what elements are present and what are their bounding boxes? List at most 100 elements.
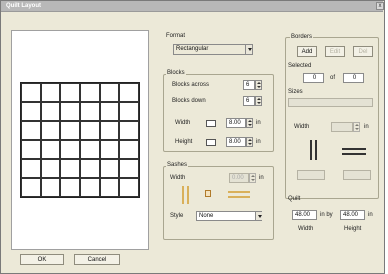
grid-cell	[40, 159, 61, 178]
title-bar: Quilt Layout	[1, 1, 383, 12]
grid-cell	[21, 178, 41, 197]
close-button[interactable]: x	[376, 2, 384, 10]
grid-cell	[40, 83, 61, 102]
block-height-swatch-icon	[206, 139, 216, 146]
grid-cell	[119, 178, 139, 197]
border-horizontal-icon-2	[342, 153, 366, 155]
grid-cell	[119, 140, 139, 159]
sash-width-unit: in	[259, 175, 264, 181]
block-height-unit: in	[256, 139, 261, 145]
quilt-width-field: 48.00	[292, 210, 317, 220]
sizes-label: Sizes	[288, 89, 303, 95]
grid-cell	[99, 102, 120, 121]
border-left-input[interactable]	[297, 170, 325, 180]
grid-cell	[99, 121, 120, 140]
block-width-swatch-icon	[206, 120, 216, 127]
total-borders-field: 0	[343, 73, 364, 83]
sash-horizontal-icon-2	[228, 196, 250, 198]
add-border-button[interactable]: Add	[297, 46, 317, 57]
quilt-width-caption: Width	[298, 226, 314, 232]
sash-width-spinner[interactable]	[249, 173, 256, 183]
sash-vertical-icon-2	[187, 186, 189, 204]
quilt-height-unit: in	[368, 212, 373, 218]
grid-cell	[60, 83, 80, 102]
selected-border-input[interactable]: 0	[303, 73, 324, 83]
sashes-group-label: Sashes	[166, 162, 189, 168]
blocks-down-spinner[interactable]	[255, 96, 262, 106]
blocks-group-label: Blocks	[166, 70, 186, 76]
sash-vertical-icon	[182, 186, 184, 204]
sash-width-label: Width	[170, 175, 186, 181]
border-width-spinner[interactable]	[353, 122, 360, 132]
grid-cell	[79, 83, 100, 102]
border-width-label: Width	[294, 124, 310, 130]
grid-cell	[60, 159, 80, 178]
cancel-button[interactable]: Cancel	[74, 254, 120, 265]
grid-cell	[99, 140, 120, 159]
sash-horizontal-icon	[228, 191, 250, 193]
block-width-label: Width	[175, 120, 191, 126]
grid-cell	[119, 83, 139, 102]
delete-border-button[interactable]: Del	[353, 46, 373, 57]
sizes-dropdown[interactable]	[288, 98, 373, 107]
grid-cell	[21, 83, 41, 102]
sash-style-dropdown[interactable]: None	[196, 211, 262, 221]
borders-group-label: Borders	[290, 34, 314, 40]
block-width-unit: in	[256, 120, 261, 126]
blocks-down-label: Blocks down	[172, 98, 206, 104]
grid-cell	[79, 159, 100, 178]
border-top-input[interactable]	[343, 170, 371, 180]
grid-cell	[60, 178, 80, 197]
grid-cell	[60, 121, 80, 140]
grid-cell	[40, 140, 61, 159]
block-height-spinner[interactable]	[246, 137, 253, 147]
block-height-input[interactable]: 8.00	[226, 137, 246, 147]
selected-label: Selected	[288, 63, 312, 69]
chevron-down-icon[interactable]	[245, 45, 252, 54]
quilt-label: Quilt	[288, 196, 301, 202]
grid-cell	[21, 121, 41, 140]
grid-cell	[99, 178, 120, 197]
border-width-input[interactable]	[331, 122, 353, 132]
border-vertical-icon-2	[315, 140, 317, 160]
grid-cell	[40, 178, 61, 197]
close-icon: x	[378, 3, 382, 9]
blocks-down-input[interactable]: 6	[243, 96, 255, 106]
grid-cell	[21, 159, 41, 178]
sash-width-input[interactable]: 0.00	[229, 173, 249, 183]
grid-cell	[21, 140, 41, 159]
block-width-input[interactable]: 8.00	[226, 118, 246, 128]
border-width-unit: in	[364, 124, 369, 130]
grid-cell	[21, 102, 41, 121]
sash-corner-icon	[205, 190, 211, 197]
quilt-by-label: in by	[320, 212, 333, 218]
grid-cell	[79, 121, 100, 140]
grid-cell	[119, 159, 139, 178]
format-dropdown[interactable]: Rectangular	[173, 44, 253, 55]
grid-cell	[79, 102, 100, 121]
quilt-height-caption: Height	[344, 226, 362, 232]
grid-cell	[40, 102, 61, 121]
blocks-across-spinner[interactable]	[255, 80, 262, 90]
format-value: Rectangular	[176, 46, 209, 52]
grid-cell	[79, 178, 100, 197]
grid-cell	[119, 121, 139, 140]
format-label: Format	[166, 33, 186, 39]
grid-cell	[60, 140, 80, 159]
sash-style-label: Style	[170, 213, 184, 219]
ok-button[interactable]: OK	[20, 254, 64, 265]
border-horizontal-icon	[342, 148, 366, 150]
blocks-across-input[interactable]: 6	[243, 80, 255, 90]
selected-of-label: of	[330, 75, 336, 81]
grid-cell	[60, 102, 80, 121]
border-vertical-icon	[310, 140, 312, 160]
block-grid	[20, 82, 140, 198]
block-height-label: Height	[175, 139, 193, 145]
grid-cell	[79, 140, 100, 159]
grid-cell	[99, 159, 120, 178]
edit-border-button[interactable]: Edit	[325, 46, 345, 57]
sash-style-chevron-down-icon[interactable]	[255, 212, 262, 220]
blocks-across-label: Blocks across	[172, 82, 210, 88]
block-width-spinner[interactable]	[246, 118, 253, 128]
quilt-height-field: 48.00	[340, 210, 365, 220]
